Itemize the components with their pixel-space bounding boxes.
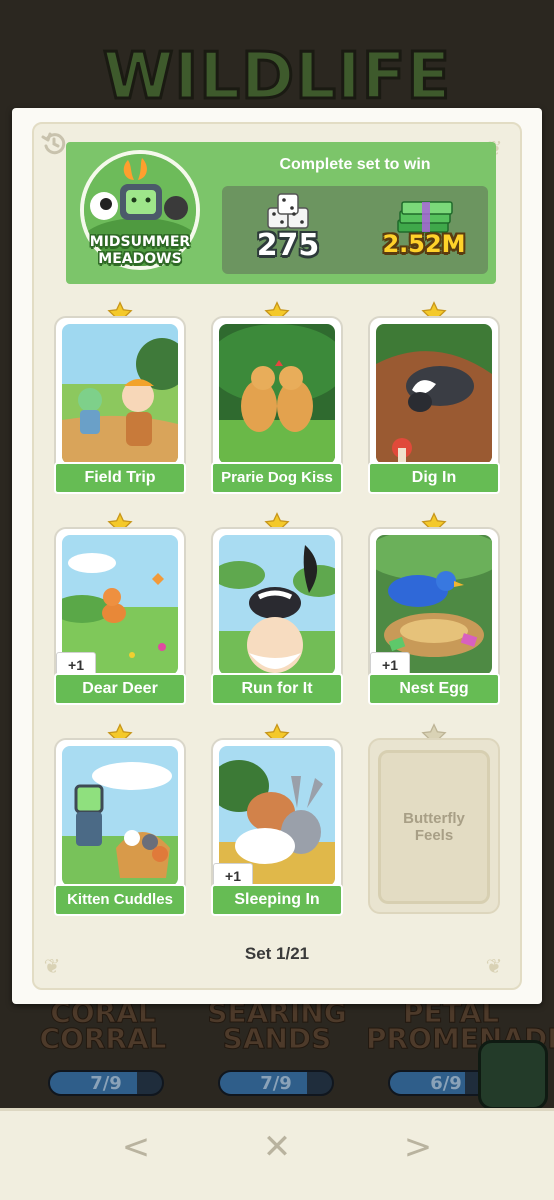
sticker-art — [62, 324, 178, 464]
dice-icon — [260, 192, 316, 232]
history-icon[interactable] — [40, 130, 68, 158]
sticker-title: Field Trip — [54, 462, 186, 494]
reward-label: Complete set to win — [279, 156, 431, 173]
set-counter: Set 1/21 — [244, 944, 310, 963]
album-title: WILDLIFE — [101, 39, 452, 116]
sticker-card-dear-deer[interactable]: +1 Dear Deer — [54, 527, 186, 705]
sticker-art — [376, 324, 492, 464]
sticker-card-kitten-cuddles[interactable]: Kitten Cuddles — [54, 738, 186, 916]
sticker-card-sleeping-in[interactable]: +1 Sleeping In — [211, 738, 343, 916]
sticker-card-butterfly-feels-missing[interactable]: Butterfly Feels — [368, 738, 500, 914]
sticker-title: Dig In — [368, 462, 500, 494]
sticker-art — [62, 746, 178, 886]
reward-dice-amount: 275 — [256, 228, 320, 263]
sticker-title: Sleeping In — [211, 884, 343, 916]
set-name: MIDSUMMER MEADOWS — [89, 234, 191, 267]
chevron-left-icon[interactable]: < — [116, 1125, 156, 1169]
reward-cash-amount: 2.52M — [382, 230, 466, 258]
bg-set-name: SEARING SANDS — [207, 996, 347, 1055]
sticker-title: Nest Egg — [368, 673, 500, 705]
sticker-title: Prarie Dog Kiss — [211, 462, 343, 494]
sticker-card-nest-egg[interactable]: +1 Nest Egg — [368, 527, 500, 705]
missing-sticker-title: Butterfly Feels — [403, 810, 465, 844]
sticker-title: Run for It — [211, 673, 343, 705]
sticker-title: Dear Deer — [54, 673, 186, 705]
sticker-card-prarie-dog-kiss[interactable]: Prarie Dog Kiss — [211, 316, 343, 494]
sticker-card-run-for-it[interactable]: Run for It — [211, 527, 343, 705]
sticker-art — [219, 324, 335, 464]
sticker-card-field-trip[interactable]: Field Trip — [54, 316, 186, 494]
bg-set-progress: 7/9 — [218, 1070, 334, 1096]
bg-set-progress: 7/9 — [48, 1070, 164, 1096]
bg-set-name: CORAL CORRAL — [39, 996, 167, 1055]
token-icon — [478, 1040, 548, 1110]
chevron-right-icon[interactable]: > — [398, 1125, 438, 1169]
sticker-title: Kitten Cuddles — [54, 884, 186, 916]
sticker-art — [219, 535, 335, 675]
close-icon[interactable]: ✕ — [257, 1125, 297, 1169]
sticker-card-dig-in[interactable]: Dig In — [368, 316, 500, 494]
